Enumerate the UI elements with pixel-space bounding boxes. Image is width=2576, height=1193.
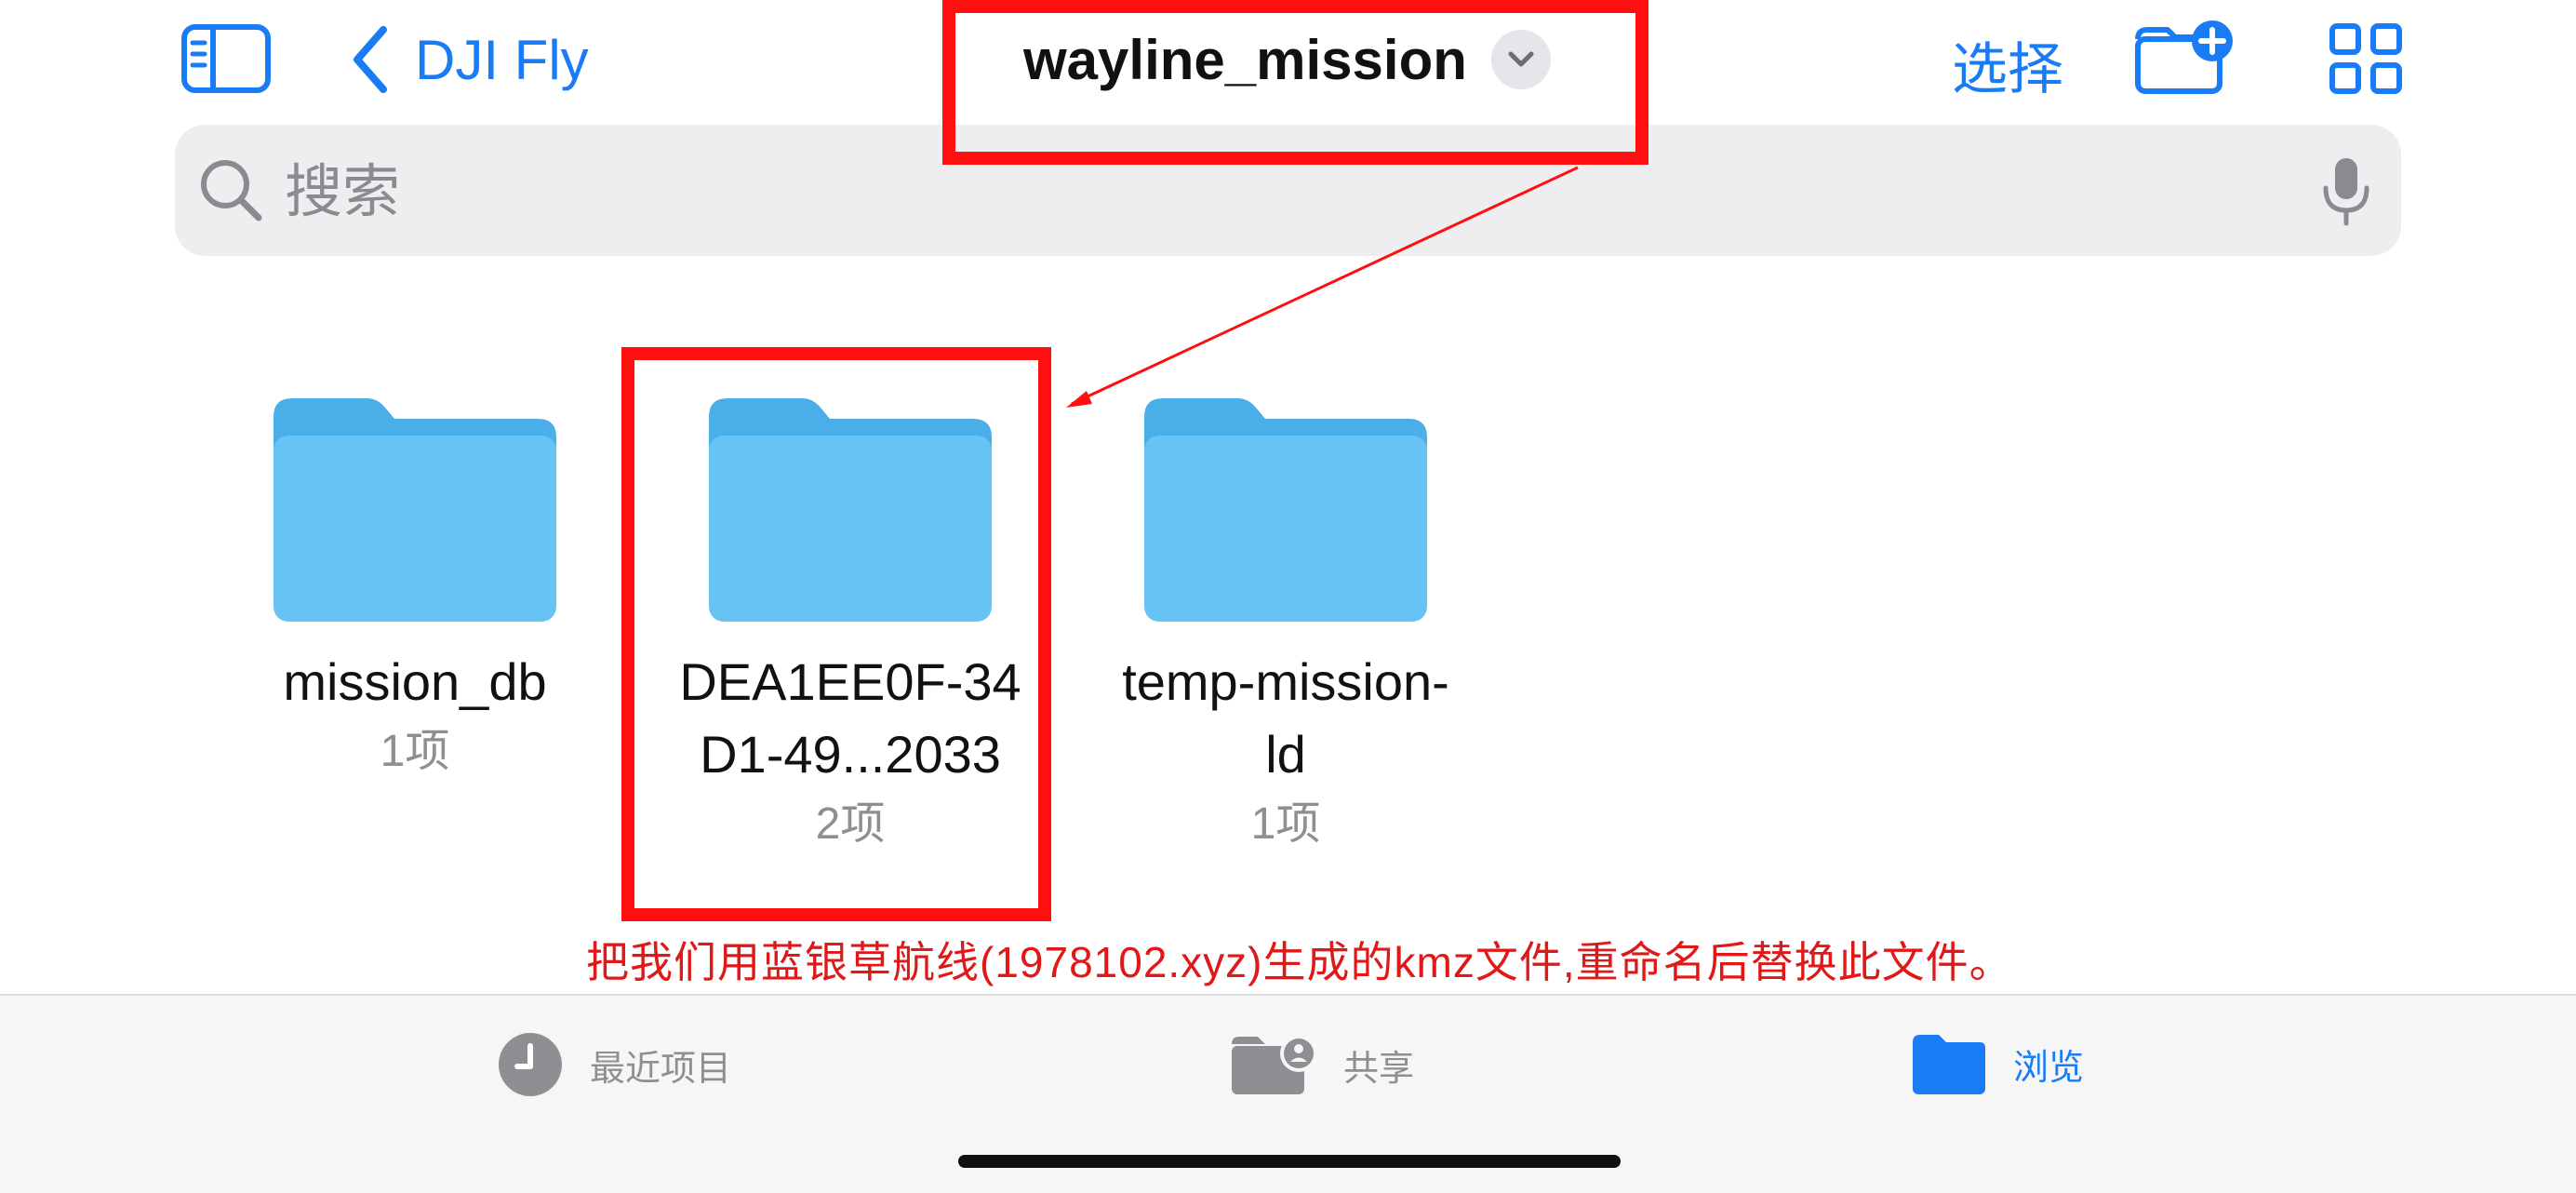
sidebar-icon — [181, 24, 271, 93]
select-button[interactable]: 选择 — [1952, 24, 2063, 105]
sidebar-toggle-button[interactable] — [181, 24, 271, 93]
annotation-arrow — [1066, 166, 1579, 408]
folder-name: mission_db — [283, 652, 547, 711]
tab-recents-label: 最近项目 — [590, 1049, 732, 1089]
tab-browse-label: 浏览 — [2013, 1048, 2085, 1088]
view-grid-button[interactable] — [2329, 22, 2403, 95]
home-indicator — [958, 1155, 1621, 1168]
folder-icon — [1913, 1035, 1985, 1094]
folder-item-count: 1项 — [1250, 799, 1321, 849]
tab-recents[interactable]: 最近项目 — [497, 1031, 731, 1098]
folder-icon — [1144, 398, 1427, 622]
annotation-title-highlight — [942, 0, 1648, 165]
clock-icon — [499, 1033, 562, 1096]
folder-icon — [274, 398, 556, 622]
chevron-left-icon — [354, 26, 387, 93]
folder-item-temp-mission-ld[interactable]: temp-mission- ld 1项 — [1072, 398, 1500, 858]
new-folder-button[interactable] — [2132, 19, 2236, 97]
folder-name-line1: temp-mission- — [1122, 652, 1449, 711]
grid-icon — [2329, 23, 2402, 94]
microphone-icon[interactable] — [2320, 156, 2372, 227]
tab-browse[interactable]: 浏览 — [1911, 1031, 2084, 1096]
folder-name-line2: ld — [1265, 725, 1306, 784]
folder-item-count: 1项 — [380, 727, 450, 776]
tab-shared-label: 共享 — [1343, 1049, 1415, 1089]
annotation-text: 把我们用蓝银草航线(1978102.xyz)生成的kmz文件,重命名后替换此文件… — [586, 938, 2013, 986]
back-button[interactable]: DJI Fly — [352, 22, 589, 97]
annotation-folder-highlight — [621, 347, 1051, 921]
new-folder-icon — [2135, 20, 2233, 94]
tab-shared[interactable]: 共享 — [1230, 1031, 1414, 1098]
back-label: DJI Fly — [415, 28, 589, 91]
shared-folder-icon — [1232, 1035, 1317, 1094]
search-icon — [197, 156, 264, 223]
folder-item-mission-db[interactable]: mission_db 1项 — [201, 398, 629, 785]
